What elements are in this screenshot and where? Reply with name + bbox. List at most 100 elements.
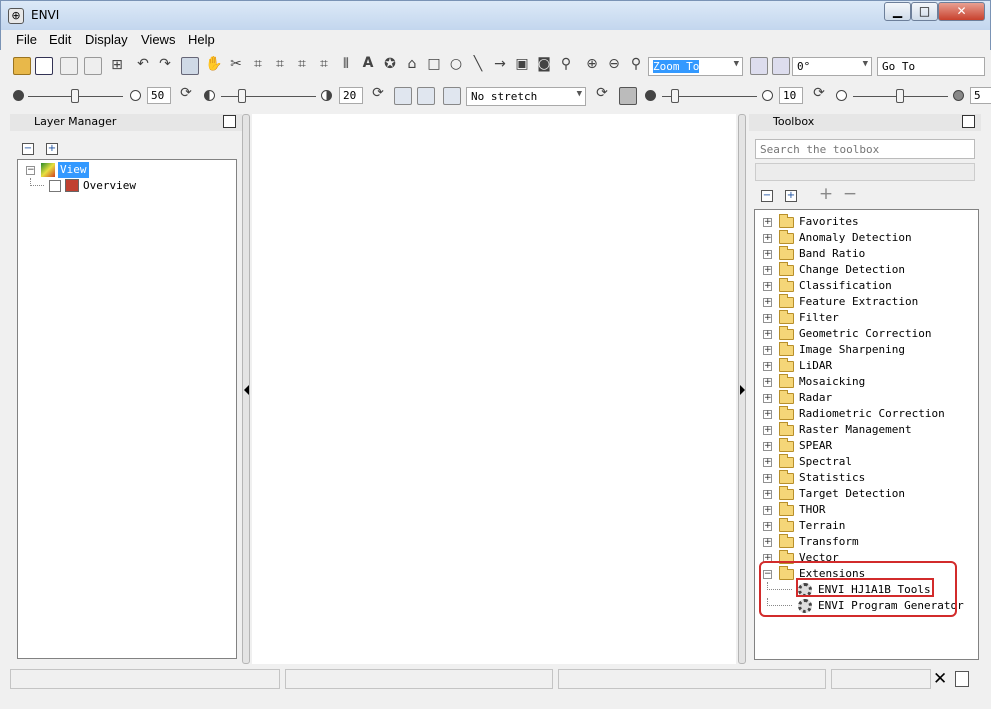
toolbox-folder-thor[interactable]: + THOR (761, 502, 971, 518)
overview-checkbox[interactable] (49, 180, 61, 192)
brightness-slider-thumb[interactable] (71, 89, 79, 103)
magnifier-icon[interactable]: ⚲ (557, 56, 575, 72)
collapse-left-icon[interactable] (244, 385, 249, 395)
zoom-combo[interactable]: Zoom To ▼ (648, 57, 743, 76)
tree-node-overview[interactable]: Overview (24, 178, 184, 194)
toolbox-folder-radiometric-correction[interactable]: + Radiometric Correction (761, 406, 971, 422)
dock-icon[interactable] (962, 115, 975, 128)
north-up-icon[interactable] (772, 57, 790, 75)
menu-views[interactable]: Views (141, 32, 175, 47)
toolbox-search-input[interactable] (755, 139, 975, 159)
expand-icon[interactable]: + (763, 522, 772, 531)
contrast-slider[interactable] (221, 96, 316, 97)
toolbox-folder-statistics[interactable]: + Statistics (761, 470, 971, 486)
rotation-combo[interactable]: 0° ▼ (792, 57, 872, 76)
layer-icon[interactable]: ⊞ (108, 57, 126, 73)
zoom-fit-icon[interactable]: ⚲ (627, 56, 645, 72)
pan-hand-icon[interactable]: ✋ (205, 56, 223, 72)
toolbox-folder-lidar[interactable]: + LiDAR (761, 358, 971, 374)
envi-app-icon[interactable]: ⊕ (8, 8, 24, 24)
status-resize-icon[interactable] (955, 671, 969, 687)
expand-icon[interactable]: + (763, 410, 772, 419)
expand-icon[interactable]: + (763, 330, 772, 339)
ellipse-icon[interactable]: ○ (447, 56, 465, 72)
menu-file[interactable]: File (16, 32, 37, 47)
toolbox-folder-spear[interactable]: + SPEAR (761, 438, 971, 454)
stretch-reset-icon[interactable]: ⟳ (593, 85, 611, 101)
image-view[interactable] (252, 114, 736, 664)
expand-icon[interactable]: + (763, 426, 772, 435)
contrast-reset-icon[interactable]: ⟳ (369, 85, 387, 101)
toolbox-folder-spectral[interactable]: + Spectral (761, 454, 971, 470)
brightness-value[interactable]: 50 (147, 87, 171, 104)
brightness-reset-icon[interactable]: ⟳ (177, 85, 195, 101)
toolbox-folder-band-ratio[interactable]: + Band Ratio (761, 246, 971, 262)
expand-icon[interactable]: + (763, 282, 772, 291)
toolbox-folder-image-sharpening[interactable]: + Image Sharpening (761, 342, 971, 358)
picture-icon[interactable]: ▣ (513, 56, 531, 72)
polygon-icon[interactable]: ⌂ (403, 56, 421, 72)
crop-icon-1[interactable]: ⌗ (249, 56, 267, 72)
toolbox-folder-feature-extraction[interactable]: + Feature Extraction (761, 294, 971, 310)
expand-icon[interactable]: + (763, 490, 772, 499)
text-annotation-icon[interactable]: A (359, 55, 377, 71)
cut-icon[interactable]: ✂ (227, 56, 245, 72)
rotate-up-icon[interactable] (750, 57, 768, 75)
crop-icon-4[interactable]: ⌗ (315, 56, 333, 72)
sharpen-slider-thumb[interactable] (671, 89, 679, 103)
expand-icon[interactable]: + (763, 314, 772, 323)
zoom-in-icon[interactable]: ⊕ (583, 56, 601, 72)
expand-all-icon[interactable]: + (785, 190, 797, 202)
toolbox-folder-change-detection[interactable]: + Change Detection (761, 262, 971, 278)
expand-icon[interactable]: + (763, 250, 772, 259)
expand-icon[interactable]: + (763, 378, 772, 387)
mask-icon[interactable]: ◙ (535, 56, 553, 72)
expand-icon[interactable]: + (763, 538, 772, 547)
toolbox-folder-favorites[interactable]: + Favorites (761, 214, 971, 230)
expand-icon[interactable]: + (763, 218, 772, 227)
stretch-icon-2[interactable] (417, 87, 435, 105)
expand-icon[interactable]: + (763, 298, 772, 307)
expand-icon[interactable]: + (763, 234, 772, 243)
expand-icon[interactable]: + (763, 458, 772, 467)
line-icon[interactable]: ╲ (469, 56, 487, 72)
stretch-apply-icon[interactable] (443, 87, 461, 105)
expand-icon[interactable]: + (763, 442, 772, 451)
minimize-button[interactable]: ▁ (884, 2, 911, 21)
right-splitter[interactable] (738, 114, 746, 664)
menu-display[interactable]: Display (85, 32, 128, 47)
stretch-combo[interactable]: No stretch ▼ (466, 87, 586, 106)
toolbox-folder-target-detection[interactable]: + Target Detection (761, 486, 971, 502)
maximize-button[interactable]: □ (911, 2, 938, 21)
expand-icon[interactable]: + (763, 266, 772, 275)
redo-icon[interactable]: ↷ (156, 56, 174, 72)
transparency-slider-thumb[interactable] (896, 89, 904, 103)
remove-icon[interactable]: − (841, 184, 859, 204)
expand-icon[interactable]: + (763, 346, 772, 355)
collapse-right-icon[interactable] (740, 385, 745, 395)
export-icon[interactable] (84, 57, 102, 75)
contrast-slider-thumb[interactable] (238, 89, 246, 103)
expand-all-icon[interactable]: + (46, 143, 58, 155)
add-icon[interactable]: + (817, 184, 835, 204)
toolbox-folder-classification[interactable]: + Classification (761, 278, 971, 294)
toolbox-folder-raster-management[interactable]: + Raster Management (761, 422, 971, 438)
left-splitter[interactable] (242, 114, 250, 664)
toolbox-folder-anomaly-detection[interactable]: + Anomaly Detection (761, 230, 971, 246)
collapse-icon[interactable]: − (26, 166, 35, 175)
expand-icon[interactable]: + (763, 474, 772, 483)
select-arrow-icon[interactable] (181, 57, 199, 75)
crop-icon-3[interactable]: ⌗ (293, 56, 311, 72)
symbol-icon[interactable]: ✪ (381, 56, 399, 72)
toolbox-folder-radar[interactable]: + Radar (761, 390, 971, 406)
contrast-value[interactable]: 20 (339, 87, 363, 104)
toolbox-folder-mosaicking[interactable]: + Mosaicking (761, 374, 971, 390)
expand-icon[interactable]: + (763, 362, 772, 371)
undo-icon[interactable]: ↶ (134, 56, 152, 72)
sharpen-reset-icon[interactable]: ⟳ (810, 85, 828, 101)
toolbox-folder-terrain[interactable]: + Terrain (761, 518, 971, 534)
menu-edit[interactable]: Edit (49, 32, 71, 47)
data-manager-icon[interactable] (35, 57, 53, 75)
transparency-value[interactable]: 5 (970, 87, 991, 104)
rectangle-icon[interactable]: □ (425, 56, 443, 72)
